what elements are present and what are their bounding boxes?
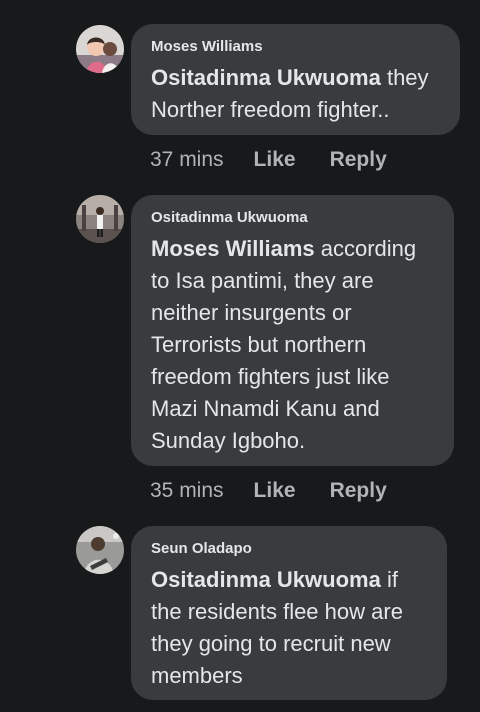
comment-bubble: Moses Williams Ositadinma Ukwuoma they N… bbox=[131, 24, 460, 135]
reply-button[interactable]: Reply bbox=[330, 477, 387, 505]
avatar[interactable] bbox=[76, 526, 124, 574]
mention-link[interactable]: Moses Williams bbox=[151, 236, 315, 261]
comment-text: Moses Williams according to Isa pantimi,… bbox=[151, 233, 434, 457]
mention-link[interactable]: Ositadinma Ukwuoma bbox=[151, 65, 381, 90]
mention-link[interactable]: Ositadinma Ukwuoma bbox=[151, 567, 381, 592]
avatar[interactable] bbox=[76, 25, 124, 73]
comment-timestamp[interactable]: 35 mins bbox=[150, 477, 224, 505]
like-button[interactable]: Like bbox=[254, 477, 296, 505]
comment-author[interactable]: Moses Williams bbox=[151, 38, 440, 56]
profile-photo-icon bbox=[76, 195, 124, 243]
comment-body: according to Isa pantimi, they are neith… bbox=[151, 236, 417, 453]
reply-button[interactable]: Reply bbox=[330, 146, 387, 174]
avatar[interactable] bbox=[76, 195, 124, 243]
comment-bubble: Seun Oladapo Ositadinma Ukwuoma if the r… bbox=[131, 526, 447, 700]
comment-actions: 35 mins Like Reply bbox=[150, 477, 387, 505]
comment-author[interactable]: Seun Oladapo bbox=[151, 540, 427, 558]
comment-bubble: Ositadinma Ukwuoma Moses Williams accord… bbox=[131, 195, 454, 466]
like-button[interactable]: Like bbox=[254, 146, 296, 174]
profile-photo-icon bbox=[76, 25, 124, 73]
profile-photo-icon bbox=[76, 526, 124, 574]
comment-text: Ositadinma Ukwuoma if the residents flee… bbox=[151, 564, 427, 692]
comment-timestamp[interactable]: 37 mins bbox=[150, 146, 224, 174]
comment-actions: 37 mins Like Reply bbox=[150, 146, 387, 174]
comment-text: Ositadinma Ukwuoma they Norther freedom … bbox=[151, 62, 440, 126]
comment-author[interactable]: Ositadinma Ukwuoma bbox=[151, 209, 434, 227]
